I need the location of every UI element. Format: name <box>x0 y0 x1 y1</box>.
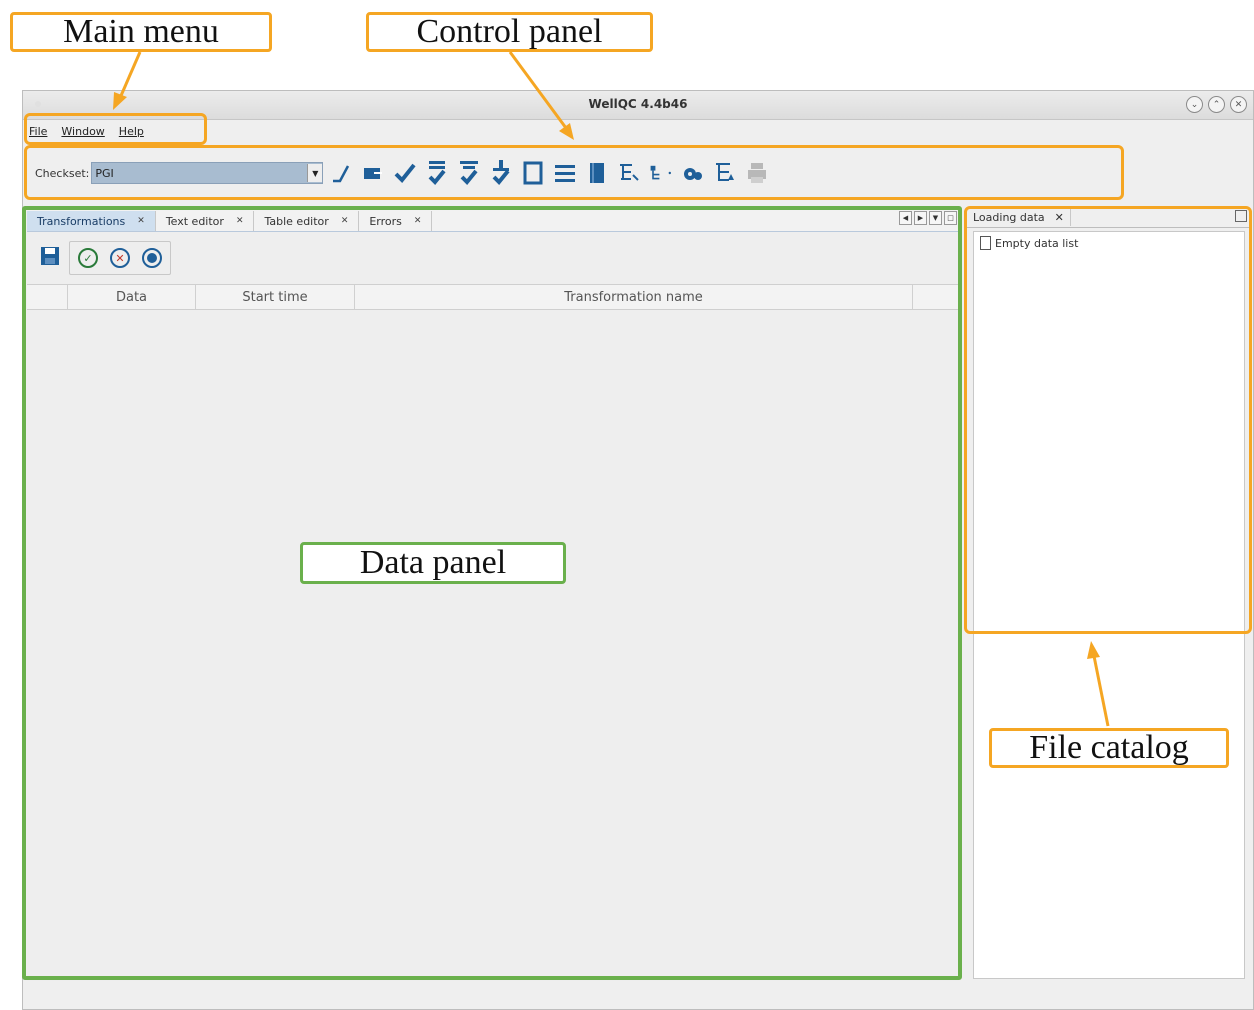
tab-text-editor[interactable]: Text editor ✕ <box>156 211 255 231</box>
transformations-table-header: Data Start time Transformation name <box>27 284 959 310</box>
close-icon[interactable]: ✕ <box>414 216 422 226</box>
menu-file[interactable]: File <box>29 125 47 138</box>
editor-tabs: Transformations ✕ Text editor ✕ Table edit… <box>27 209 959 232</box>
checkset-select[interactable]: PGI ▼ <box>91 162 324 184</box>
check-filter-icon[interactable] <box>457 159 481 187</box>
column-data[interactable]: Data <box>68 285 196 309</box>
column-extra <box>913 285 959 309</box>
close-icon[interactable]: ✕ <box>137 216 145 226</box>
control-panel-callout: Control panel <box>366 12 653 52</box>
maximize-panel-icon[interactable]: □ <box>944 211 957 225</box>
tab-label: Errors <box>369 214 402 228</box>
empty-list-label: Empty data list <box>995 236 1079 250</box>
checkset-label: Checkset: <box>35 166 90 180</box>
minimize-button[interactable]: ⌄ <box>1186 96 1203 113</box>
maximize-button[interactable]: ⌃ <box>1208 96 1225 113</box>
tab-transformations[interactable]: Transformations ✕ <box>27 211 156 231</box>
edit-curve-icon[interactable] <box>329 159 353 187</box>
data-panel-callout: Data panel <box>300 542 566 584</box>
column-transformation-name[interactable]: Transformation name <box>355 285 913 309</box>
list-item[interactable]: Empty data list <box>974 232 1244 254</box>
transformations-toolbar: ✓ ✕ <box>27 232 959 284</box>
minimize-panel-icon[interactable] <box>1235 210 1247 222</box>
main-menu-callout: Main menu <box>10 12 272 52</box>
check-list-icon[interactable] <box>425 159 449 187</box>
window-title: WellQC 4.4b46 <box>588 97 688 111</box>
tab-label: Table editor <box>264 214 329 228</box>
tab-label: Loading data <box>973 210 1045 224</box>
apply-icon[interactable]: ✓ <box>78 248 98 268</box>
chevron-down-icon[interactable]: ▼ <box>307 164 323 182</box>
scroll-left-icon[interactable]: ◀ <box>899 211 912 225</box>
scroll-right-icon[interactable]: ▶ <box>914 211 927 225</box>
checkset-value: PGI <box>95 166 114 180</box>
close-icon[interactable]: ✕ <box>341 216 349 226</box>
menu-window[interactable]: Window <box>61 125 104 138</box>
select-icon[interactable] <box>142 248 162 268</box>
catalog-tabs: Loading data ✕ <box>967 207 1251 228</box>
export-icon[interactable] <box>361 159 385 187</box>
check-icon[interactable] <box>393 159 417 187</box>
row-index-header <box>27 285 68 309</box>
document-icon <box>980 236 991 250</box>
settings-lines-icon[interactable] <box>553 159 577 187</box>
tab-table-editor[interactable]: Table editor ✕ <box>254 211 360 231</box>
file-catalog-callout: File catalog <box>989 728 1229 768</box>
tab-label: Text editor <box>165 214 224 228</box>
check-down-icon[interactable] <box>489 159 513 187</box>
printer-icon[interactable] <box>745 159 769 187</box>
tab-loading-data[interactable]: Loading data ✕ <box>967 208 1071 226</box>
tab-label: Transformations <box>37 214 126 228</box>
catalog-list: Empty data list <box>973 231 1245 979</box>
file-catalog: Loading data ✕ Empty data list <box>967 207 1251 979</box>
close-icon[interactable]: ✕ <box>1055 211 1064 224</box>
data-panel: Transformations ✕ Text editor ✕ Table edit… <box>27 209 959 981</box>
tab-errors[interactable]: Errors ✕ <box>359 211 433 231</box>
save-icon[interactable] <box>39 245 61 271</box>
frame-icon[interactable] <box>521 159 545 187</box>
menu-help[interactable]: Help <box>119 125 144 138</box>
close-icon[interactable]: ✕ <box>236 216 244 226</box>
column-start-time[interactable]: Start time <box>196 285 355 309</box>
tree-select-icon[interactable] <box>617 159 641 187</box>
tree-arrow-icon[interactable] <box>713 159 737 187</box>
cancel-icon[interactable]: ✕ <box>110 248 130 268</box>
app-window: WellQC 4.4b46 ⌄ ⌃ ✕ File Window Help Che… <box>22 90 1254 1010</box>
tab-list-icon[interactable]: ▼ <box>929 211 942 225</box>
tree-icon[interactable] <box>649 159 673 187</box>
main-menu: File Window Help <box>23 120 1253 142</box>
close-button[interactable]: ✕ <box>1230 96 1247 113</box>
gears-icon[interactable] <box>681 159 705 187</box>
title-bar: WellQC 4.4b46 ⌄ ⌃ ✕ <box>23 91 1253 120</box>
book-icon[interactable] <box>585 159 609 187</box>
control-panel: Checkset: PGI ▼ <box>27 147 1119 199</box>
